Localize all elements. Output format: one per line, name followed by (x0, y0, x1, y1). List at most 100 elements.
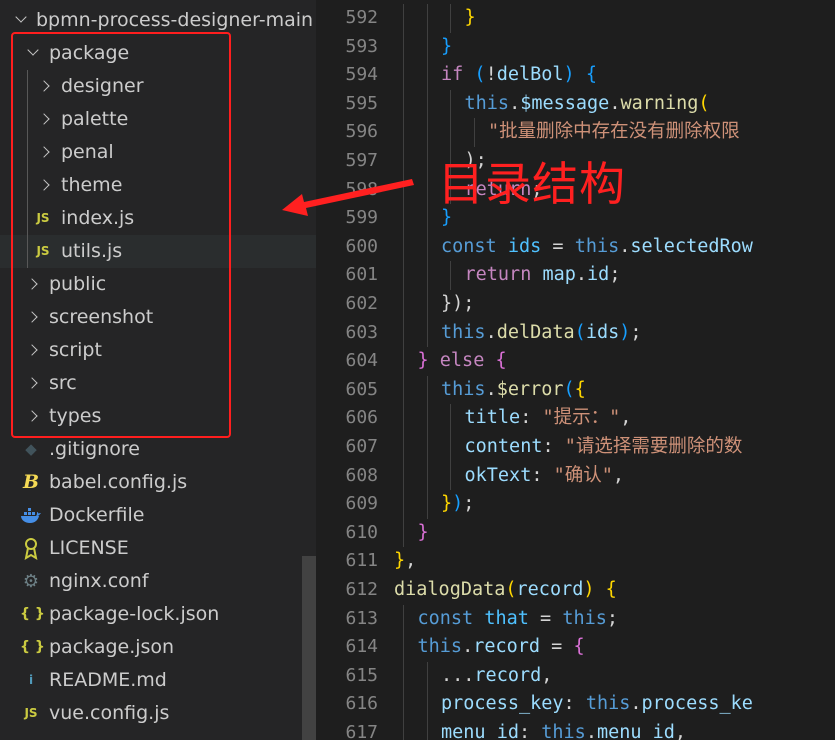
code-token: , (674, 722, 687, 740)
line-number: 600 (345, 235, 378, 257)
code-token: ( (574, 321, 586, 343)
line-number: 597 (345, 150, 378, 171)
line-number: 611 (345, 550, 378, 572)
indent-guide (450, 118, 451, 147)
line-number: 610 (345, 521, 378, 543)
tree-item-label: README.md (49, 669, 167, 691)
indent-guide (426, 404, 428, 433)
code-line: }); (441, 290, 835, 319)
code-line: process_key: this.process_ke (441, 690, 835, 719)
tree-item[interactable]: JS vue.config.js (0, 697, 316, 730)
tree-item[interactable]: LICENSE (0, 532, 316, 565)
indent-guide (426, 690, 428, 719)
code-token: return (464, 264, 532, 286)
indent-guide (403, 604, 404, 634)
json-file-icon: { } (20, 639, 45, 655)
code-line: "批量删除中存在没有删除权限 (488, 118, 835, 147)
sidebar-scrollbar[interactable] (302, 556, 316, 740)
tree-item-label: package-lock.json (49, 603, 220, 625)
line-number: 613 (345, 607, 378, 629)
indent-guide (426, 175, 428, 205)
code-token: { (585, 64, 597, 86)
code-token: map (542, 264, 576, 286)
code-line: this.$error({ (441, 376, 835, 405)
line-number: 608 (345, 464, 378, 486)
tree-item[interactable]: Dockerfile (0, 499, 316, 532)
code-token: ) (563, 64, 586, 86)
code-token: ; (630, 321, 642, 343)
code-line: okText: "确认", (465, 462, 835, 491)
line-number: 612 (345, 579, 378, 600)
line-number: 601 (345, 264, 378, 286)
tree-item[interactable]: Bbabel.config.js (0, 466, 316, 499)
line-number: 606 (345, 407, 378, 429)
license-icon (20, 532, 42, 565)
indent-guide (403, 661, 404, 691)
indent-guide (426, 261, 428, 290)
tree-item-label: package.json (49, 636, 175, 658)
code-token: ( (505, 579, 517, 600)
code-editor[interactable]: 592} 593} 594 if (!delBol) {595 this.$messag… (316, 0, 835, 740)
code-token: id (587, 264, 610, 286)
tree-item[interactable]: ⚙ nginx.conf (0, 565, 316, 598)
line-number: 602 (345, 293, 378, 314)
line-number: 603 (345, 321, 378, 343)
code-token: this (541, 722, 586, 740)
line-number: 594 (345, 64, 378, 86)
code-token: . (575, 264, 588, 286)
code-token: . (485, 321, 497, 343)
code-token: ; (609, 264, 621, 286)
code-line: if (!delBol) { (441, 61, 835, 90)
code-line: this.record = { (418, 633, 835, 662)
indent-guide (403, 318, 404, 348)
tree-item-label: vue.config.js (49, 702, 170, 724)
code-token: , (541, 664, 553, 686)
line-number: 596 (345, 121, 378, 143)
code-token: } (464, 7, 476, 28)
code-line: this.$message.warning( (465, 90, 835, 119)
line-number: 592 (345, 7, 378, 28)
babel-file-icon: B (22, 471, 40, 493)
code-token: ) (619, 321, 631, 343)
code-token: = (541, 235, 575, 257)
indent-guide (450, 433, 451, 462)
code-token: , (620, 407, 632, 429)
annotation-arrow-icon (282, 179, 414, 216)
indent-guide (426, 490, 428, 519)
indent-guide (450, 4, 451, 33)
indent-guide (403, 232, 404, 262)
code-token: ; (606, 607, 619, 629)
code-token: that (484, 607, 529, 629)
code-token: this (441, 321, 486, 343)
code-line: menu_id: this.menu_id, (441, 719, 835, 740)
code-token: ... (441, 664, 475, 686)
code-token: content (464, 436, 543, 457)
tree-item[interactable]: { } package-lock.json (0, 598, 316, 631)
code-token: this (574, 235, 620, 257)
code-token: process_key (441, 693, 564, 715)
tree-item[interactable]: { } package.json (0, 631, 316, 664)
code-token: { (573, 636, 585, 658)
tree-item[interactable]: i README.md (0, 664, 316, 697)
code-line: content: "请选择需要删除的数 (465, 433, 835, 462)
code-token: "提示：" (542, 407, 621, 429)
code-token: ! (485, 64, 497, 86)
code-line: ...record, (441, 662, 835, 691)
indent-guide (403, 518, 404, 548)
code-token: delData (496, 321, 575, 343)
annotation-highlight-box (11, 32, 231, 438)
indent-guide (426, 4, 428, 33)
gear-icon: ⚙ (22, 571, 40, 592)
indent-guide (426, 461, 428, 491)
code-token: menu_id (596, 722, 675, 740)
indent-guide (403, 32, 404, 62)
code-token: record (473, 636, 541, 658)
code-token: this (417, 636, 463, 658)
indent-guide (426, 61, 428, 90)
code-line: const ids = this.selectedRow (441, 233, 835, 262)
code-line: } (465, 4, 835, 33)
code-token: }); (441, 293, 475, 314)
